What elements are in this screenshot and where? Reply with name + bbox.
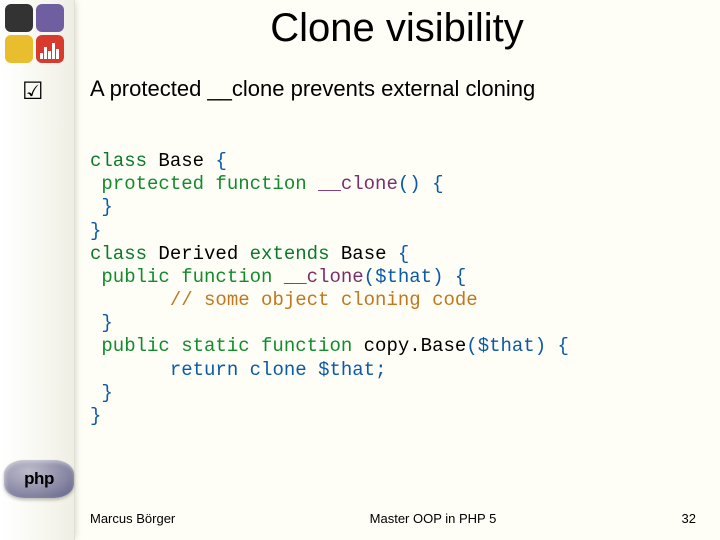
var-that: $that: [375, 266, 432, 288]
brace-open: {: [398, 243, 409, 265]
brace-open: {: [558, 335, 569, 357]
left-strip: ☑ php: [0, 0, 75, 540]
slide-title: Clone visibility: [74, 6, 720, 51]
php-logo-icon: php: [4, 460, 74, 498]
var-that2: $that: [478, 335, 535, 357]
kw-return: return: [170, 359, 238, 381]
class-name-base: Base: [158, 150, 204, 172]
class-name-base2: Base: [341, 243, 387, 265]
logo-square-purple: [36, 4, 64, 32]
paren-close: ): [432, 266, 443, 288]
fn-copybase: copy.Base: [364, 335, 467, 357]
logo-square-yellow: [5, 35, 33, 63]
logo-square-dark: [5, 4, 33, 32]
class-name-derived: Derived: [158, 243, 238, 265]
kw-class: class: [90, 150, 147, 172]
logo-2x2: [5, 4, 64, 63]
brace-open: {: [432, 173, 443, 195]
code-block: class Base { protected function __clone(…: [90, 150, 569, 428]
code-comment: // some object cloning code: [170, 289, 478, 311]
kw-protected-function: protected function: [101, 173, 306, 195]
brace-close: }: [90, 220, 101, 242]
paren-open: (: [466, 335, 477, 357]
kw-clone: clone: [250, 359, 307, 381]
bars-icon: [40, 39, 60, 59]
footer: Marcus Börger Master OOP in PHP 5 32: [90, 511, 696, 526]
slide: ☑ php Clone visibility A protected __clo…: [0, 0, 720, 540]
logo-square-red-bars: [36, 35, 64, 63]
var-that3: $that: [318, 359, 375, 381]
bullet-text: A protected __clone prevents external cl…: [90, 76, 700, 102]
fn-clone2: __clone: [284, 266, 364, 288]
footer-course: Master OOP in PHP 5: [210, 511, 656, 526]
brace-open: {: [215, 150, 226, 172]
semicolon: ;: [375, 359, 386, 381]
kw-public-static-function: public static function: [101, 335, 352, 357]
kw-extends: extends: [250, 243, 330, 265]
kw-public-function: public function: [101, 266, 272, 288]
paren-close: ): [535, 335, 546, 357]
brace-close: }: [101, 382, 112, 404]
kw-class: class: [90, 243, 147, 265]
brace-close: }: [90, 405, 101, 427]
fn-clone: __clone: [318, 173, 398, 195]
paren-open: (: [364, 266, 375, 288]
brace-open: {: [455, 266, 466, 288]
footer-author: Marcus Börger: [90, 511, 210, 526]
page-number: 32: [656, 511, 696, 526]
brace-close: }: [101, 312, 112, 334]
checkbox-icon: ☑: [22, 80, 44, 104]
paren: (): [398, 173, 421, 195]
brace-close: }: [101, 196, 112, 218]
